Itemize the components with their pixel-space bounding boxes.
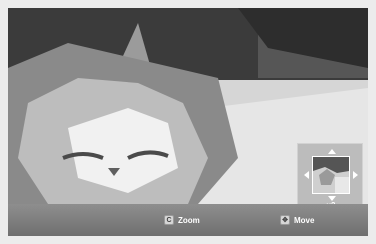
zoom-thumbnail (312, 156, 350, 194)
arrow-left-icon[interactable] (304, 171, 309, 179)
dpad-icon: ✥ (280, 215, 290, 225)
tv-frame: x2 C Zoom ✥ Move (0, 0, 376, 244)
zoom-hint-label: Zoom (178, 215, 200, 225)
arrow-up-icon[interactable] (328, 149, 336, 154)
c-key-icon: C (164, 215, 174, 225)
photo-viewer-screen: x2 C Zoom ✥ Move (8, 8, 368, 236)
zoom-hint: C Zoom (164, 214, 200, 226)
zoom-navigator[interactable]: x2 (297, 143, 363, 211)
help-bar: C Zoom ✥ Move (8, 204, 368, 236)
move-hint: ✥ Move (280, 214, 314, 226)
move-hint-label: Move (294, 215, 315, 225)
arrow-right-icon[interactable] (353, 171, 358, 179)
